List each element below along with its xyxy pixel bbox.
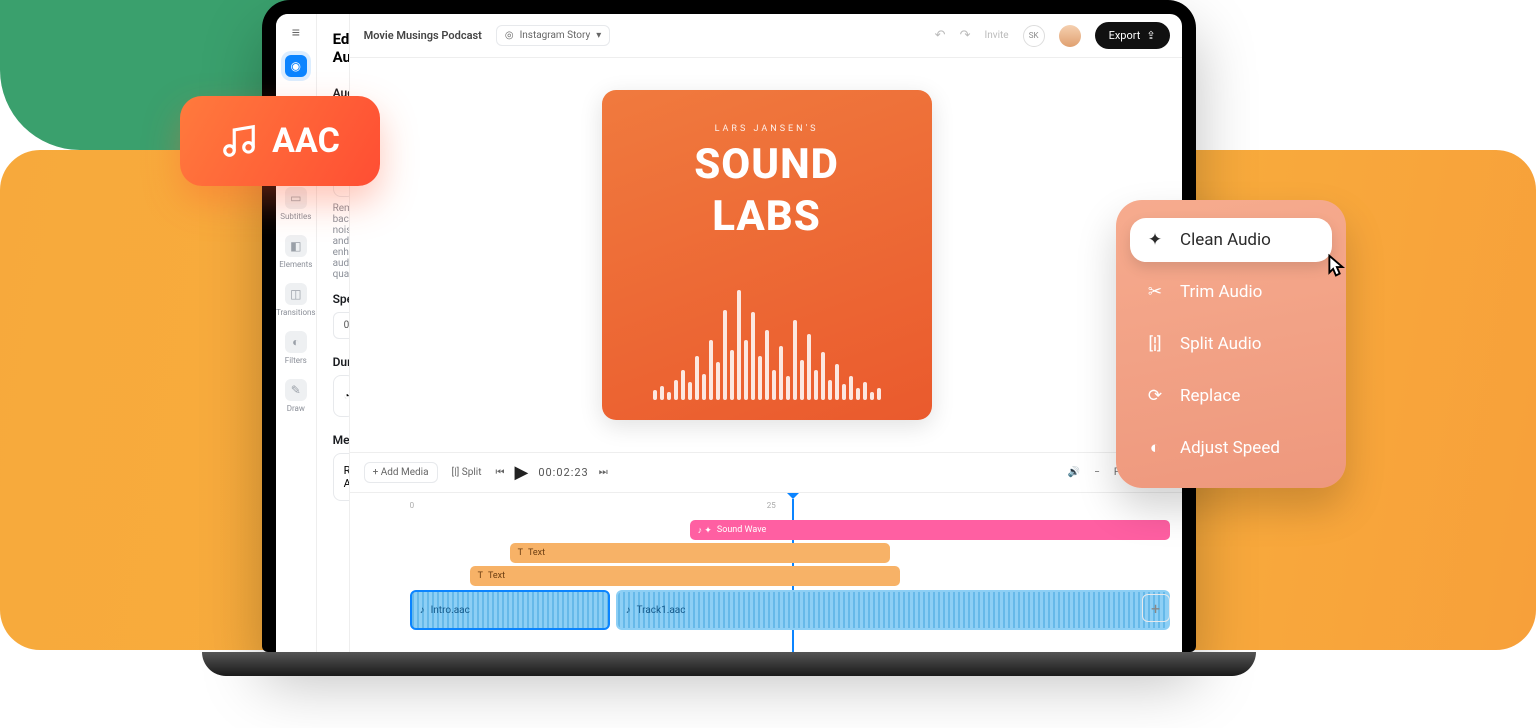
gauge-icon: ◐	[1144, 438, 1166, 458]
subtitles-icon: ▭	[285, 187, 307, 209]
rail-audio[interactable]: ◉	[285, 55, 307, 77]
elements-icon: ◧	[285, 235, 307, 257]
ctx-label: Split Audio	[1180, 334, 1261, 354]
next-icon[interactable]: ⏭	[599, 467, 608, 478]
track-text-2[interactable]: T Text	[470, 566, 900, 586]
rail-label: Subtitles	[280, 212, 311, 221]
transitions-icon: ◫	[285, 283, 307, 305]
ctx-label: Replace	[1180, 386, 1240, 406]
speed-0-5x[interactable]: 0.5x	[333, 312, 350, 339]
aac-label: AAC	[272, 121, 340, 161]
rail-elements[interactable]: ◧ Elements	[279, 235, 312, 269]
chevron-down-icon: ▾	[596, 30, 601, 41]
rail-label: Elements	[279, 260, 312, 269]
avatar[interactable]	[1059, 25, 1081, 47]
ctx-clean-audio[interactable]: ✦ Clean Audio	[1130, 218, 1332, 262]
cover-line1: SOUND	[694, 144, 839, 186]
podcast-cover[interactable]: LARS JANSEN'S SOUND LABS	[602, 90, 932, 420]
menu-icon[interactable]: ≡	[292, 24, 300, 41]
export-button[interactable]: Export ⇪	[1095, 22, 1170, 49]
clip-intro[interactable]: ♪Intro.aac	[410, 590, 610, 630]
replace-audio-button[interactable]: Replace Audio ⟳	[333, 453, 350, 501]
canvas[interactable]: LARS JANSEN'S SOUND LABS	[350, 58, 1182, 452]
aac-badge: AAC	[180, 96, 380, 186]
timeline-controls: + Add Media [|] Split ⏮ ▶ 00:02:23 ⏭ 🔊 −…	[350, 452, 1182, 492]
timeline[interactable]: 0 25 ♪ ✦ Sound Wave T Text T Text ♪Intro…	[350, 492, 1182, 652]
rail-label: Draw	[287, 404, 305, 413]
ctx-label: Adjust Speed	[1180, 438, 1280, 458]
ctx-trim-audio[interactable]: ✂ Trim Audio	[1130, 270, 1332, 314]
split-button[interactable]: [|] Split	[452, 467, 482, 478]
clip-track1[interactable]: ♪Track1.aac	[616, 590, 1170, 630]
main-area: Movie Musings Podcast ◎ Instagram Story …	[350, 14, 1182, 652]
cover-pretitle: LARS JANSEN'S	[715, 124, 819, 134]
draw-icon: ✎	[285, 379, 307, 401]
refresh-icon: ⟳	[1144, 386, 1166, 406]
volume-icon[interactable]: 🔊	[1068, 467, 1080, 478]
audio-track-row: ♪Intro.aac ♪Track1.aac	[410, 590, 1170, 630]
export-label: Export	[1109, 29, 1141, 42]
add-media-button[interactable]: + Add Media	[364, 462, 438, 483]
track-soundwave[interactable]: ♪ ✦ Sound Wave	[690, 520, 1170, 540]
filters-icon: ◐	[285, 331, 307, 353]
laptop-frame: ≡ ◉ ♪ Audio T Text ▭ Subtitles ◧ Element…	[262, 0, 1196, 652]
duration-card: ◔ Start 00:00.0 End 00:15.1 ◔	[333, 375, 350, 417]
cover-line2: LABS	[712, 196, 821, 238]
instagram-icon: ◎	[505, 30, 514, 41]
ctx-adjust-speed[interactable]: ◐ Adjust Speed	[1130, 426, 1332, 470]
rail-subtitles[interactable]: ▭ Subtitles	[280, 187, 311, 221]
timecode: 00:02:23	[538, 466, 588, 479]
ctx-replace[interactable]: ⟳ Replace	[1130, 374, 1332, 418]
context-menu: ✦ Clean Audio ✂ Trim Audio [¦] Split Aud…	[1116, 200, 1346, 488]
upload-icon: ⇪	[1146, 29, 1155, 42]
collaborator-badge[interactable]: SK	[1023, 25, 1045, 47]
record-icon: ◉	[285, 55, 307, 77]
undo-icon[interactable]: ↶	[935, 28, 946, 43]
duration-label: Duration	[333, 355, 350, 369]
redo-icon[interactable]: ↷	[960, 28, 971, 43]
topbar: Movie Musings Podcast ◎ Instagram Story …	[350, 14, 1182, 58]
rail-transitions[interactable]: ◫ Transitions	[276, 283, 316, 317]
rail-label: Filters	[285, 356, 307, 365]
ctx-split-audio[interactable]: [¦] Split Audio	[1130, 322, 1332, 366]
ctx-label: Clean Audio	[1180, 230, 1271, 250]
split-icon: [¦]	[1144, 334, 1166, 354]
scissors-icon: ✂	[1144, 282, 1166, 302]
ctx-label: Trim Audio	[1180, 282, 1262, 302]
rail-filters[interactable]: ◐ Filters	[285, 331, 307, 365]
waveform-graphic	[653, 280, 881, 400]
add-track-button[interactable]: +	[1142, 594, 1170, 622]
format-chip[interactable]: ◎ Instagram Story ▾	[496, 25, 610, 46]
format-label: Instagram Story	[520, 30, 591, 41]
rail-draw[interactable]: ✎ Draw	[285, 379, 307, 413]
music-note-icon	[220, 122, 258, 160]
play-icon[interactable]: ▶	[514, 462, 528, 483]
sparkle-icon: ✦	[1144, 230, 1166, 250]
rail-label: Transitions	[276, 308, 316, 317]
app-screen: ≡ ◉ ♪ Audio T Text ▭ Subtitles ◧ Element…	[276, 14, 1182, 652]
invite-link[interactable]: Invite	[984, 30, 1008, 41]
project-title[interactable]: Movie Musings Podcast	[364, 29, 482, 42]
prev-icon[interactable]: ⏮	[495, 467, 504, 478]
zoom-out-icon[interactable]: −	[1094, 467, 1100, 478]
track-text-1[interactable]: T Text	[510, 543, 890, 563]
